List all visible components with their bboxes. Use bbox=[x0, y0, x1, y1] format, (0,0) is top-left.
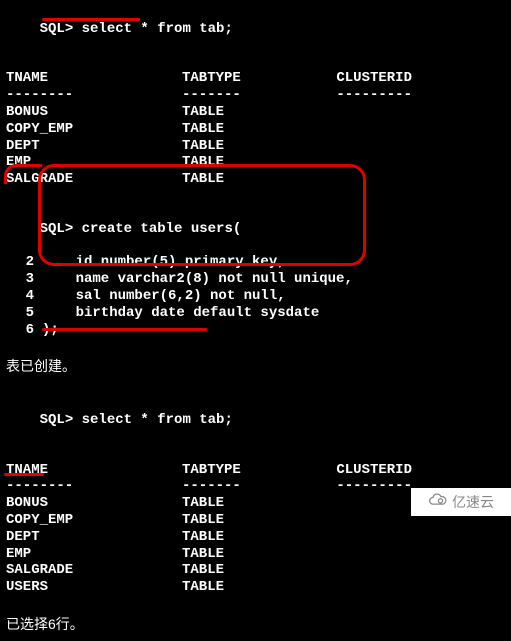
watermark: 亿速云 bbox=[411, 488, 511, 516]
line-number: 3 bbox=[6, 271, 34, 288]
cell-tabtype: TABLE bbox=[182, 121, 224, 137]
table-header: TNAMETABTYPECLUSTERID bbox=[6, 462, 505, 479]
col-tabtype: TABTYPE bbox=[182, 462, 312, 479]
cell-tname: COPY_EMP bbox=[6, 512, 182, 529]
sql-text: birthday date default sysdate bbox=[42, 305, 319, 321]
terminal-output: SQL> select * from tab; TNAMETABTYPECLUS… bbox=[0, 0, 511, 641]
div-c1: -------- bbox=[6, 87, 182, 104]
blank-line bbox=[6, 338, 505, 354]
sql-command: create table users( bbox=[82, 221, 242, 237]
blank-line bbox=[6, 446, 505, 462]
line-number: 5 bbox=[6, 305, 34, 322]
cell-tabtype: TABLE bbox=[182, 546, 224, 562]
sql-prompt-line[interactable]: SQL> select * from tab; bbox=[6, 395, 505, 445]
sql-continuation-line[interactable]: 3 name varchar2(8) not null unique, bbox=[6, 271, 505, 288]
blank-line bbox=[6, 54, 505, 70]
blank-line bbox=[6, 188, 505, 204]
cell-tabtype: TABLE bbox=[182, 138, 224, 154]
sql-prompt: SQL> bbox=[40, 21, 74, 37]
sql-prompt-line[interactable]: SQL> create table users( bbox=[6, 204, 505, 254]
div-c2: ------- bbox=[182, 478, 312, 495]
line-number: 6 bbox=[6, 322, 34, 339]
col-clusterid: CLUSTERID bbox=[312, 70, 412, 87]
table-row: EMPTABLE bbox=[6, 546, 505, 563]
table-row: BONUSTABLE bbox=[6, 104, 505, 121]
cell-tabtype: TABLE bbox=[182, 579, 224, 595]
sql-continuation-line[interactable]: 2 id number(5) primary key, bbox=[6, 254, 505, 271]
annotation-underline-icon bbox=[4, 473, 44, 476]
cell-tname: SALGRADE bbox=[6, 562, 182, 579]
line-number: 4 bbox=[6, 288, 34, 305]
table-row: EMPTABLE bbox=[6, 154, 505, 171]
div-c3: --------- bbox=[312, 87, 412, 104]
cell-tname: BONUS bbox=[6, 104, 182, 121]
table-header: TNAMETABTYPECLUSTERID bbox=[6, 70, 505, 87]
table-row: COPY_EMPTABLE bbox=[6, 121, 505, 138]
cell-tabtype: TABLE bbox=[182, 529, 224, 545]
cell-tname: SALGRADE bbox=[6, 171, 182, 188]
cell-tabtype: TABLE bbox=[182, 154, 224, 170]
sql-prompt: SQL> bbox=[40, 221, 74, 237]
cell-tname: EMP bbox=[6, 546, 182, 563]
cell-tabtype: TABLE bbox=[182, 562, 224, 578]
cloud-icon bbox=[428, 493, 448, 511]
sql-prompt-line[interactable]: SQL> select * from tab; bbox=[6, 4, 505, 54]
cell-tabtype: TABLE bbox=[182, 512, 224, 528]
cell-tname: BONUS bbox=[6, 495, 182, 512]
line-number: 2 bbox=[6, 254, 34, 271]
table-row: SALGRADETABLE bbox=[6, 562, 505, 579]
cell-tname: EMP bbox=[6, 154, 182, 171]
table-row: SALGRADETABLE bbox=[6, 171, 505, 188]
sql-continuation-line[interactable]: 5 birthday date default sysdate bbox=[6, 305, 505, 322]
cell-tname: COPY_EMP bbox=[6, 121, 182, 138]
result-message: 已选择6行。 bbox=[6, 616, 505, 633]
watermark-text: 亿速云 bbox=[452, 494, 494, 511]
div-c3: --------- bbox=[312, 478, 412, 495]
cell-tname: USERS bbox=[6, 579, 182, 596]
blank-line bbox=[6, 596, 505, 612]
blank-line bbox=[6, 379, 505, 395]
sql-prompt: SQL> bbox=[40, 412, 74, 428]
sql-text: name varchar2(8) not null unique, bbox=[42, 271, 353, 287]
cell-tname: DEPT bbox=[6, 138, 182, 155]
table-row: DEPTTABLE bbox=[6, 529, 505, 546]
table-row: DEPTTABLE bbox=[6, 138, 505, 155]
col-clusterid: CLUSTERID bbox=[312, 462, 412, 479]
cell-tname: DEPT bbox=[6, 529, 182, 546]
sql-command: select * from tab; bbox=[82, 412, 233, 428]
sql-command: select * from tab; bbox=[82, 21, 233, 37]
sql-text: sal number(6,2) not null, bbox=[42, 288, 286, 304]
sql-continuation-line[interactable]: 4 sal number(6,2) not null, bbox=[6, 288, 505, 305]
col-tname: TNAME bbox=[6, 70, 182, 87]
sql-text: id number(5) primary key, bbox=[42, 254, 286, 270]
table-row: USERSTABLE bbox=[6, 579, 505, 596]
col-tabtype: TABTYPE bbox=[182, 70, 312, 87]
cell-tabtype: TABLE bbox=[182, 104, 224, 120]
annotation-underline-icon bbox=[42, 18, 140, 21]
cell-tabtype: TABLE bbox=[182, 495, 224, 511]
table-divider: ------------------------ bbox=[6, 87, 505, 104]
cell-tabtype: TABLE bbox=[182, 171, 224, 187]
div-c2: ------- bbox=[182, 87, 312, 104]
annotation-underline-icon bbox=[42, 328, 207, 331]
div-c1: -------- bbox=[6, 478, 182, 495]
result-message: 表已创建。 bbox=[6, 358, 505, 375]
